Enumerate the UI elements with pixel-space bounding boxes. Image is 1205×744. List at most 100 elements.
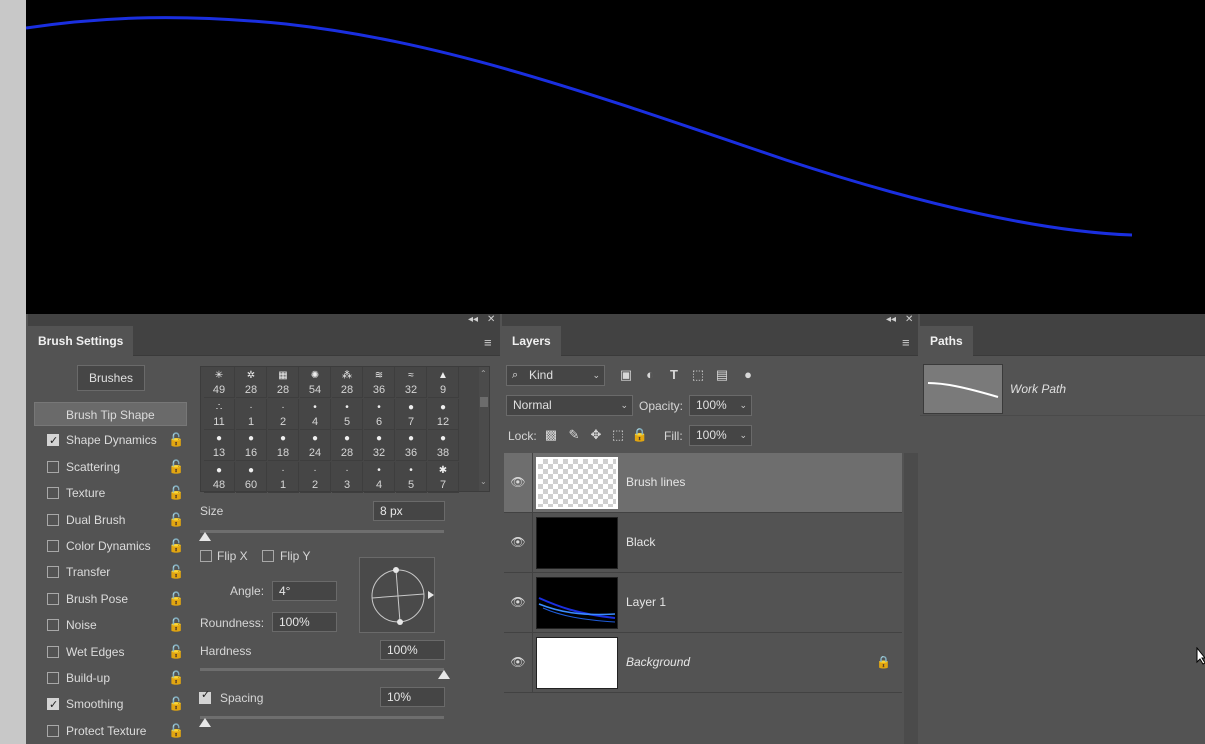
- smart-object-filter-icon[interactable]: ▤: [713, 365, 731, 385]
- fill-field[interactable]: 100% ⌄: [689, 425, 752, 446]
- unlock-icon[interactable]: 🔓: [168, 719, 184, 743]
- size-slider-thumb[interactable]: [198, 532, 211, 541]
- unlock-icon[interactable]: 🔓: [168, 613, 184, 637]
- layer-lock-icon[interactable]: 🔒: [876, 655, 891, 669]
- unlock-icon[interactable]: 🔓: [168, 508, 184, 532]
- option-checkbox[interactable]: [47, 460, 59, 473]
- option-checkbox[interactable]: [47, 540, 59, 552]
- unlock-icon[interactable]: 🔓: [168, 587, 184, 611]
- brush-preset[interactable]: ● 13: [204, 430, 235, 461]
- unlock-icon[interactable]: 🔓: [168, 560, 184, 584]
- adjustment-filter-icon[interactable]: ◐: [641, 365, 659, 385]
- panel-menu-icon[interactable]: ≡: [902, 336, 910, 349]
- option-checkbox[interactable]: [47, 487, 59, 500]
- brush-option-brush-pose[interactable]: Brush Pose 🔓: [34, 587, 187, 611]
- opacity-field[interactable]: 100% ⌄: [689, 395, 752, 416]
- brush-preset[interactable]: • 6: [364, 398, 395, 430]
- brush-option-wet-edges[interactable]: Wet Edges 🔓: [34, 640, 187, 664]
- tab-paths[interactable]: Paths: [920, 326, 973, 356]
- lock-transparent-icon[interactable]: ▩: [542, 425, 560, 445]
- brush-option-build-up[interactable]: Build-up 🔓: [34, 666, 187, 690]
- brush-preset[interactable]: ● 60: [236, 461, 267, 493]
- blend-mode-dropdown[interactable]: Normal ⌄: [506, 395, 633, 416]
- brush-preset[interactable]: ● 36: [396, 430, 427, 461]
- flip-y-checkbox[interactable]: [262, 550, 274, 562]
- layers-scrollbar[interactable]: [904, 453, 918, 744]
- option-checkbox[interactable]: [47, 724, 59, 737]
- brush-preset[interactable]: ● 12: [428, 398, 459, 430]
- shape-filter-icon[interactable]: ⬚: [689, 365, 707, 385]
- document-canvas[interactable]: [26, 0, 1205, 314]
- layer-row[interactable]: 👁 Layer 1: [504, 573, 902, 633]
- brush-preset[interactable]: ● 38: [428, 430, 459, 461]
- option-checkbox[interactable]: [47, 566, 59, 579]
- scroll-thumb[interactable]: [480, 397, 488, 407]
- roundness-field[interactable]: 100%: [272, 612, 337, 632]
- unlock-icon[interactable]: 🔓: [168, 666, 184, 690]
- brush-option-color-dynamics[interactable]: Color Dynamics 🔓: [34, 534, 187, 558]
- brushes-button[interactable]: Brushes: [77, 365, 145, 391]
- brush-preset[interactable]: • 4: [364, 461, 395, 493]
- brush-option-transfer[interactable]: Transfer 🔓: [34, 560, 187, 584]
- tab-layers[interactable]: Layers: [502, 326, 561, 356]
- brush-preset[interactable]: ≈32: [396, 367, 427, 398]
- spacing-slider-thumb[interactable]: [198, 718, 211, 727]
- brush-preset[interactable]: ▦ 28: [268, 367, 299, 398]
- hardness-field[interactable]: 100%: [380, 640, 445, 660]
- brush-preset[interactable]: ● 28: [332, 430, 363, 461]
- size-slider-track[interactable]: [200, 530, 444, 533]
- panel-menu-icon[interactable]: ≡: [484, 336, 492, 349]
- visibility-eye-icon[interactable]: 👁: [510, 655, 526, 669]
- filter-kind-dropdown[interactable]: ⌕ Kind ⌄: [506, 365, 605, 386]
- visibility-eye-icon[interactable]: 👁: [510, 595, 526, 609]
- hardness-slider-track[interactable]: [200, 668, 444, 671]
- lock-position-icon[interactable]: ✥: [587, 425, 605, 445]
- flip-x-checkbox[interactable]: [200, 550, 212, 562]
- spacing-slider-track[interactable]: [200, 716, 444, 719]
- unlock-icon[interactable]: 🔓: [168, 455, 184, 479]
- angle-field[interactable]: 4°: [272, 581, 337, 601]
- brush-preset[interactable]: ● 18: [268, 430, 299, 461]
- brush-preset[interactable]: ● 16: [236, 430, 267, 461]
- option-checkbox[interactable]: [47, 672, 59, 684]
- lock-image-icon[interactable]: ✎: [565, 425, 583, 445]
- brush-preset[interactable]: ● 24: [300, 430, 331, 461]
- spacing-checkbox[interactable]: [199, 688, 211, 704]
- lock-artboard-icon[interactable]: ⬚: [609, 425, 627, 445]
- filter-toggle-icon[interactable]: ●: [739, 365, 757, 385]
- unlock-icon[interactable]: 🔓: [168, 481, 184, 505]
- brush-option-shape-dynamics[interactable]: Shape Dynamics 🔓: [34, 428, 187, 453]
- collapse-icon[interactable]: ◂◂: [468, 314, 478, 326]
- brush-option-texture[interactable]: Texture 🔓: [34, 481, 187, 505]
- brush-option-smoothing[interactable]: Smoothing 🔓: [34, 692, 187, 717]
- brush-option-noise[interactable]: Noise 🔓: [34, 613, 187, 637]
- close-icon[interactable]: ✕: [905, 314, 913, 326]
- hardness-slider-thumb[interactable]: [438, 670, 450, 679]
- brush-preset[interactable]: ● 48: [204, 461, 235, 493]
- brush-option-protect-texture[interactable]: Protect Texture 🔓: [34, 719, 187, 743]
- angle-roundness-widget[interactable]: [359, 557, 435, 633]
- option-checkbox[interactable]: [47, 619, 59, 632]
- brush-preset[interactable]: ⁂ 28: [332, 367, 363, 398]
- brush-preset[interactable]: ≋ 36: [364, 367, 395, 398]
- brush-option-scattering[interactable]: Scattering 🔓: [34, 455, 187, 479]
- brush-preset[interactable]: · 1: [268, 461, 299, 493]
- option-checkbox[interactable]: [47, 429, 59, 453]
- brush-preset[interactable]: · 1: [236, 398, 267, 430]
- scroll-down-icon[interactable]: ⌄: [480, 477, 487, 486]
- option-checkbox[interactable]: [47, 513, 59, 526]
- layer-row[interactable]: 👁 Brush lines: [504, 453, 902, 513]
- layer-row[interactable]: 👁 Black: [504, 513, 902, 573]
- option-checkbox[interactable]: [47, 693, 59, 717]
- lock-all-icon[interactable]: 🔒: [631, 425, 649, 445]
- scroll-up-icon[interactable]: ⌃: [480, 369, 487, 378]
- brush-preset[interactable]: ✲ 28: [236, 367, 267, 398]
- option-checkbox[interactable]: [47, 592, 59, 605]
- brush-preset[interactable]: ✱ 7: [428, 461, 459, 493]
- close-icon[interactable]: ✕: [487, 314, 495, 326]
- brush-preset[interactable]: ✳ 49: [204, 367, 235, 398]
- option-checkbox[interactable]: [47, 645, 59, 658]
- collapse-icon[interactable]: ◂◂: [886, 314, 896, 326]
- brush-option-dual-brush[interactable]: Dual Brush 🔓: [34, 508, 187, 532]
- brush-preset[interactable]: · 2: [268, 398, 299, 430]
